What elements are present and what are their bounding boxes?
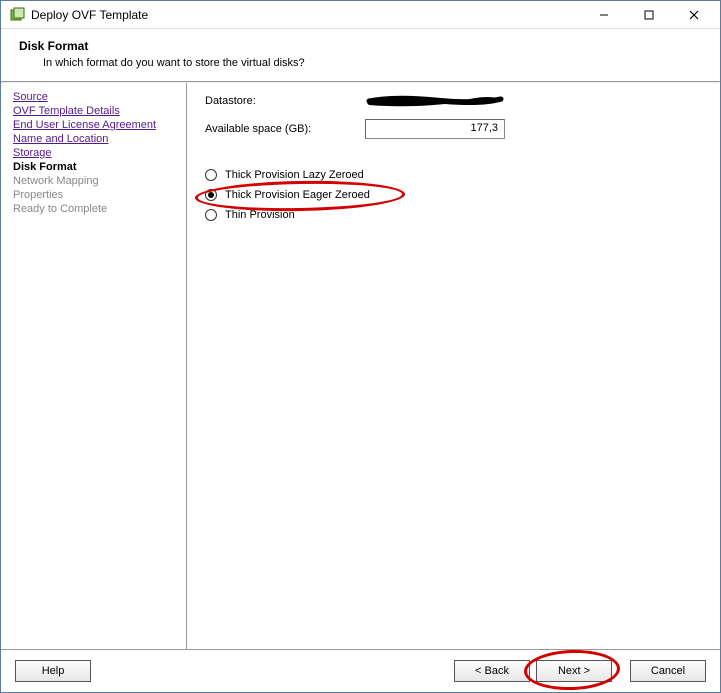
body: Source OVF Template Details End User Lic… xyxy=(1,83,720,649)
titlebar: Deploy OVF Template xyxy=(1,1,720,29)
step-source[interactable]: Source xyxy=(13,91,180,103)
back-button[interactable]: < Back xyxy=(454,660,530,682)
footer: Help < Back Next > Cancel xyxy=(1,649,720,692)
cancel-button[interactable]: Cancel xyxy=(630,660,706,682)
window-title: Deploy OVF Template xyxy=(31,8,148,22)
app-icon xyxy=(9,7,25,23)
minimize-button[interactable] xyxy=(581,2,626,28)
wizard-steps-sidebar: Source OVF Template Details End User Lic… xyxy=(1,83,187,649)
radio-icon xyxy=(205,189,217,201)
datastore-row: Datastore: xyxy=(205,93,702,109)
step-name-location[interactable]: Name and Location xyxy=(13,133,180,145)
disk-format-radio-group: Thick Provision Lazy Zeroed Thick Provis… xyxy=(205,169,702,221)
datastore-value-redacted xyxy=(365,93,505,109)
step-network-mapping: Network Mapping xyxy=(13,175,180,187)
page-description: In which format do you want to store the… xyxy=(43,57,702,69)
datastore-label: Datastore: xyxy=(205,95,365,107)
help-button[interactable]: Help xyxy=(15,660,91,682)
page-title: Disk Format xyxy=(19,39,702,53)
radio-label: Thick Provision Eager Zeroed xyxy=(225,189,370,201)
content-pane: Datastore: Available space (GB): 177,3 T… xyxy=(187,83,720,649)
available-space-label: Available space (GB): xyxy=(205,123,365,135)
step-disk-format: Disk Format xyxy=(13,161,180,173)
radio-thick-lazy[interactable]: Thick Provision Lazy Zeroed xyxy=(205,169,702,181)
step-ovf-details[interactable]: OVF Template Details xyxy=(13,105,180,117)
maximize-button[interactable] xyxy=(626,2,671,28)
page-header: Disk Format In which format do you want … xyxy=(1,29,720,81)
radio-thick-eager[interactable]: Thick Provision Eager Zeroed xyxy=(205,189,702,201)
close-button[interactable] xyxy=(671,2,716,28)
next-button[interactable]: Next > xyxy=(536,660,612,682)
radio-icon xyxy=(205,209,217,221)
step-ready: Ready to Complete xyxy=(13,203,180,215)
radio-thin[interactable]: Thin Provision xyxy=(205,209,702,221)
radio-label: Thick Provision Lazy Zeroed xyxy=(225,169,364,181)
available-space-row: Available space (GB): 177,3 xyxy=(205,119,702,139)
step-eula[interactable]: End User License Agreement xyxy=(13,119,180,131)
wizard-window: Deploy OVF Template Disk Format In which… xyxy=(0,0,721,693)
window-controls xyxy=(581,2,716,28)
radio-icon xyxy=(205,169,217,181)
available-space-value: 177,3 xyxy=(365,119,505,139)
radio-label: Thin Provision xyxy=(225,209,295,221)
step-properties: Properties xyxy=(13,189,180,201)
step-storage[interactable]: Storage xyxy=(13,147,180,159)
